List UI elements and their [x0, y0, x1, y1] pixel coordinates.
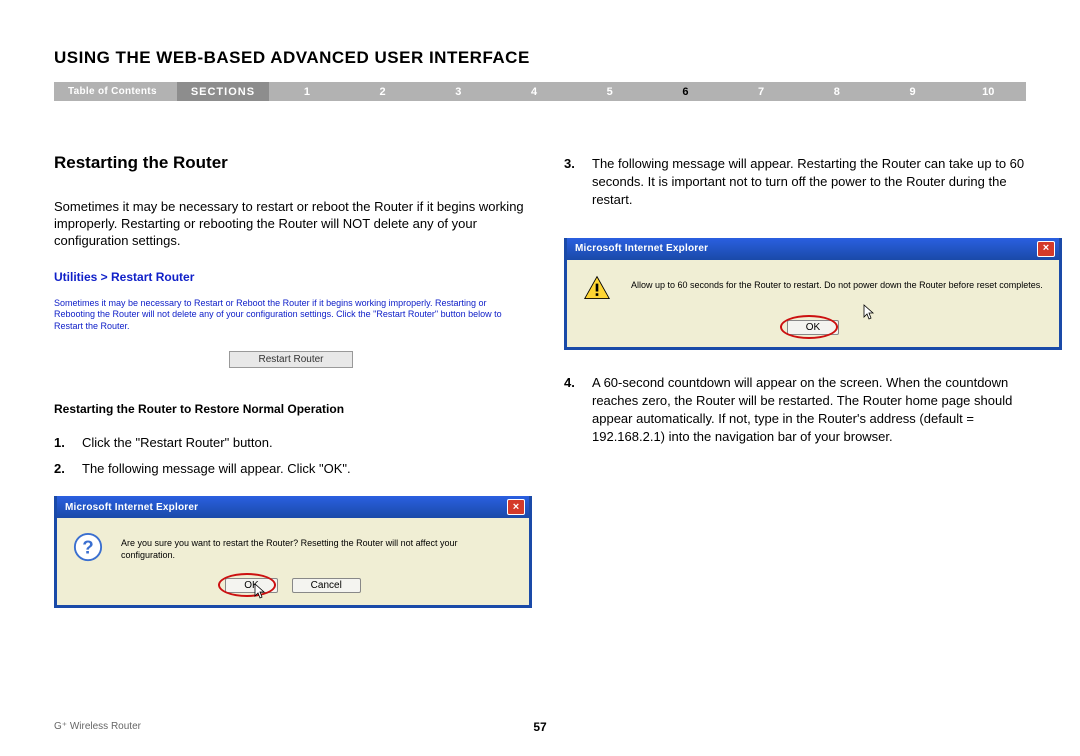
breadcrumb: Utilities > Restart Router	[54, 270, 528, 284]
right-column: 3. The following message will appear. Re…	[564, 153, 1038, 608]
step-number: 3.	[564, 155, 592, 210]
restart-router-button[interactable]: Restart Router	[229, 351, 352, 368]
step-number: 2.	[54, 460, 82, 478]
sub-heading: Restarting the Router to Restore Normal …	[54, 402, 528, 416]
section-link-9[interactable]: 9	[875, 86, 951, 98]
section-numbers: 1 2 3 4 5 6 7 8 9 10	[269, 82, 1026, 101]
list-item: 2. The following message will appear. Cl…	[54, 460, 528, 478]
section-link-3[interactable]: 3	[420, 86, 496, 98]
section-nav-bar: Table of Contents SECTIONS 1 2 3 4 5 6 7…	[54, 82, 1026, 101]
intro-paragraph: Sometimes it may be necessary to restart…	[54, 199, 528, 250]
warning-icon	[583, 274, 613, 304]
page-number: 57	[533, 720, 546, 734]
ok-button[interactable]: OK	[225, 578, 277, 593]
dialog-confirm: Microsoft Internet Explorer × ? Are	[54, 496, 532, 608]
dialog-wait: Microsoft Internet Explorer ×	[564, 238, 1062, 350]
list-item: 3. The following message will appear. Re…	[564, 155, 1038, 210]
step-number: 1.	[54, 434, 82, 452]
cursor-icon	[863, 304, 877, 327]
steps-list-left: 1. Click the "Restart Router" button. 2.…	[54, 434, 528, 478]
step-text: Click the "Restart Router" button.	[82, 434, 528, 452]
section-link-5[interactable]: 5	[572, 86, 648, 98]
cancel-button[interactable]: Cancel	[292, 578, 361, 593]
page-footer: G⁺ Wireless Router 57	[54, 721, 1026, 732]
dialog-close-button[interactable]: ×	[507, 499, 525, 515]
dialog-titlebar: Microsoft Internet Explorer ×	[567, 238, 1059, 260]
cursor-icon	[254, 583, 268, 604]
steps-list-right-bottom: 4. A 60-second countdown will appear on …	[564, 374, 1038, 447]
section-link-10[interactable]: 10	[950, 86, 1026, 98]
step-number: 4.	[564, 374, 592, 447]
question-icon: ?	[73, 532, 103, 562]
dialog-message: Allow up to 60 seconds for the Router to…	[631, 274, 1043, 292]
section-link-1[interactable]: 1	[269, 86, 345, 98]
steps-list-right-top: 3. The following message will appear. Re…	[564, 155, 1038, 210]
ok-button[interactable]: OK	[787, 320, 839, 335]
chapter-title: USING THE WEB-BASED ADVANCED USER INTERF…	[54, 48, 1026, 68]
section-link-4[interactable]: 4	[496, 86, 572, 98]
dialog-title: Microsoft Internet Explorer	[65, 502, 198, 513]
section-link-8[interactable]: 8	[799, 86, 875, 98]
dialog-close-button[interactable]: ×	[1037, 241, 1055, 257]
list-item: 1. Click the "Restart Router" button.	[54, 434, 528, 452]
svg-text:?: ?	[82, 537, 93, 558]
page-heading: Restarting the Router	[54, 153, 528, 173]
utilities-panel: Utilities > Restart Router Sometimes it …	[54, 270, 528, 368]
sections-label: SECTIONS	[177, 82, 269, 101]
step-text: The following message will appear. Click…	[82, 460, 528, 478]
toc-link[interactable]: Table of Contents	[54, 86, 177, 97]
dialog-titlebar: Microsoft Internet Explorer ×	[57, 496, 529, 518]
step-text: A 60-second countdown will appear on the…	[592, 374, 1038, 447]
section-link-2[interactable]: 2	[345, 86, 421, 98]
section-link-6[interactable]: 6	[648, 86, 724, 98]
step-text: The following message will appear. Resta…	[592, 155, 1038, 210]
ok-label: OK	[806, 322, 820, 333]
product-name: G⁺ Wireless Router	[54, 721, 141, 732]
dialog-message: Are you sure you want to restart the Rou…	[121, 532, 513, 561]
panel-help-text: Sometimes it may be necessary to Restart…	[54, 298, 528, 333]
left-column: Restarting the Router Sometimes it may b…	[54, 153, 528, 608]
close-icon: ×	[513, 502, 519, 513]
list-item: 4. A 60-second countdown will appear on …	[564, 374, 1038, 447]
section-link-7[interactable]: 7	[723, 86, 799, 98]
close-icon: ×	[1043, 243, 1049, 254]
dialog-title: Microsoft Internet Explorer	[575, 243, 708, 254]
